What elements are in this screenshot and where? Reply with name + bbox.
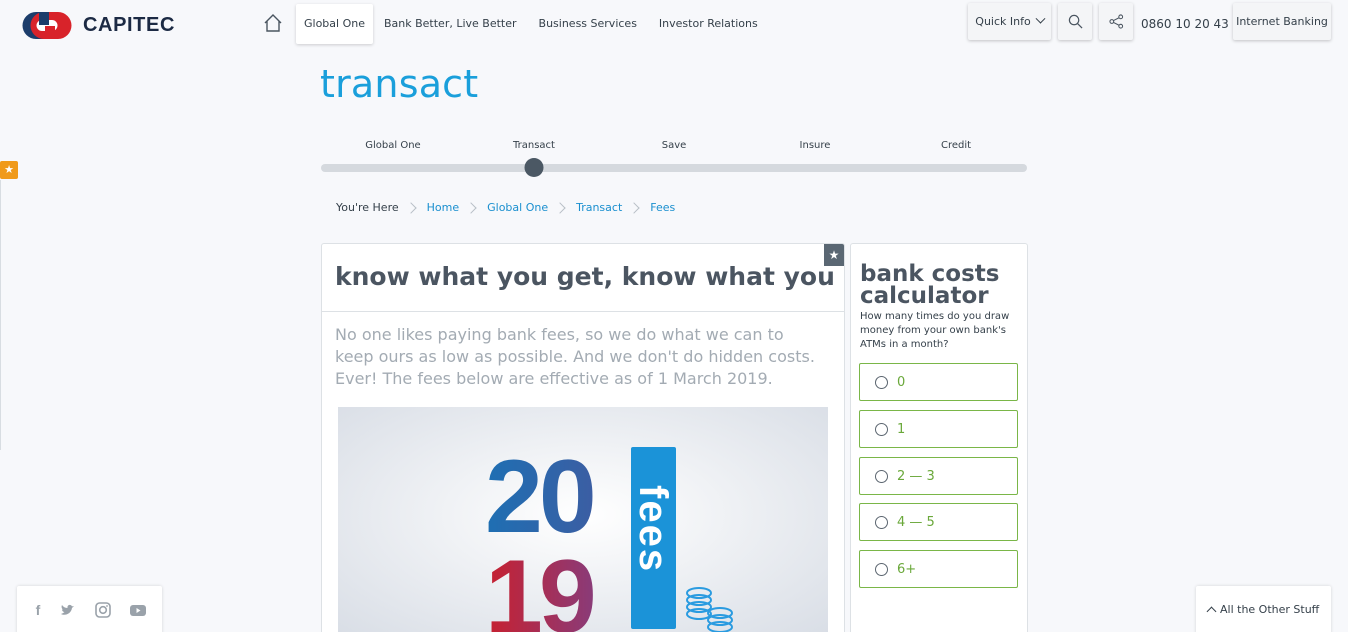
chevron-down-icon [1035,13,1046,24]
slider-step-transact[interactable]: Transact [513,140,555,151]
card-intro-text: No one likes paying bank fees, so we do … [335,325,815,388]
slider-step-global-one[interactable]: Global One [365,140,420,151]
breadcrumb-fees[interactable]: Fees [650,201,675,214]
atm-option-6-plus[interactable]: 6+ [859,550,1018,588]
option-label: 4 — 5 [897,514,935,530]
year-top-text: 20 [485,439,593,555]
other-stuff-label: All the Other Stuff [1220,603,1320,616]
other-stuff-button[interactable]: All the Other Stuff [1196,586,1331,632]
logo-mark-icon [22,12,72,39]
breadcrumb: You're Here Home Global One Transact Fee… [336,201,675,214]
option-label: 1 [897,421,906,437]
breadcrumb-global-one[interactable]: Global One [487,201,548,214]
side-panel-edge [0,180,1,450]
breadcrumb-transact[interactable]: Transact [576,201,622,214]
nav-business-services[interactable]: Business Services [528,4,648,44]
card-divider [322,311,844,312]
social-links: f [17,586,162,632]
search-icon [1068,14,1082,29]
share-icon [1108,14,1123,29]
radio-button[interactable] [875,422,888,436]
chevron-right-icon [628,201,640,214]
chevron-right-icon [465,201,477,214]
fees-2019-graphic: 20 19 fees [338,407,828,632]
atm-option-1[interactable]: 1 [859,410,1018,448]
chevron-right-icon [404,201,417,214]
page-title: transact [320,62,479,106]
favourites-star-icon[interactable]: ★ [0,161,18,179]
twitter-icon[interactable] [59,601,77,619]
youtube-icon[interactable] [129,601,147,619]
slider-thumb[interactable] [524,158,544,177]
bookmark-star-icon[interactable]: ★ [824,244,844,266]
radio-button[interactable] [875,515,888,529]
year-bottom-text: 19 [485,539,593,632]
internet-banking-button[interactable]: Internet Banking [1233,3,1331,40]
logo-text: CAPITEC [83,14,175,36]
main-nav: Global One Bank Better, Live Better Busi… [296,4,769,44]
share-button[interactable] [1099,3,1133,40]
option-label: 0 [897,374,906,390]
facebook-icon[interactable]: f [29,601,47,619]
search-button[interactable] [1058,3,1092,40]
calculator-title: bank costs calculator [860,261,1000,309]
slider-labels: Global One Transact Save Insure Credit [321,140,1027,154]
fees-card: know what you get, know what you pay No … [321,243,845,632]
radio-button[interactable] [875,375,888,389]
option-label: 6+ [897,561,917,577]
option-label: 2 — 3 [897,468,935,484]
chevron-up-icon [1206,606,1217,617]
quick-info-button[interactable]: Quick Info [968,3,1051,40]
fees-2019-image: 20 19 fees [338,407,828,632]
radio-button[interactable] [875,562,888,576]
slider-step-save[interactable]: Save [662,140,687,151]
nav-bank-better[interactable]: Bank Better, Live Better [373,4,528,44]
bank-costs-calculator: bank costs calculator How many times do … [850,243,1028,632]
site-header: CAPITEC Global One Bank Better, Live Bet… [0,0,1348,50]
radio-button[interactable] [875,469,888,483]
slider-track[interactable] [321,164,1027,172]
atm-option-4-5[interactable]: 4 — 5 [859,503,1018,541]
instagram-icon[interactable] [94,601,112,619]
breadcrumb-prefix: You're Here [336,201,399,214]
nav-global-one[interactable]: Global One [296,4,373,44]
card-heading: know what you get, know what you pay [335,262,845,291]
fees-word-text: fees [631,485,675,573]
product-slider[interactable]: Global One Transact Save Insure Credit [321,138,1027,178]
other-stuff-inner: All the Other Stuff [1206,603,1320,617]
slider-step-credit[interactable]: Credit [941,140,971,151]
chevron-right-icon [554,201,566,214]
capitec-logo[interactable]: CAPITEC [22,11,175,40]
home-icon[interactable] [263,13,283,33]
nav-investor-relations[interactable]: Investor Relations [648,4,769,44]
phone-number[interactable]: 0860 10 20 43 [1141,17,1229,31]
slider-step-insure[interactable]: Insure [800,140,831,151]
atm-option-2-3[interactable]: 2 — 3 [859,457,1018,495]
breadcrumb-home[interactable]: Home [427,201,459,214]
calculator-question: How many times do you draw money from yo… [860,311,1010,350]
quick-info-label: Quick Info [975,15,1031,28]
atm-option-0[interactable]: 0 [859,363,1018,401]
